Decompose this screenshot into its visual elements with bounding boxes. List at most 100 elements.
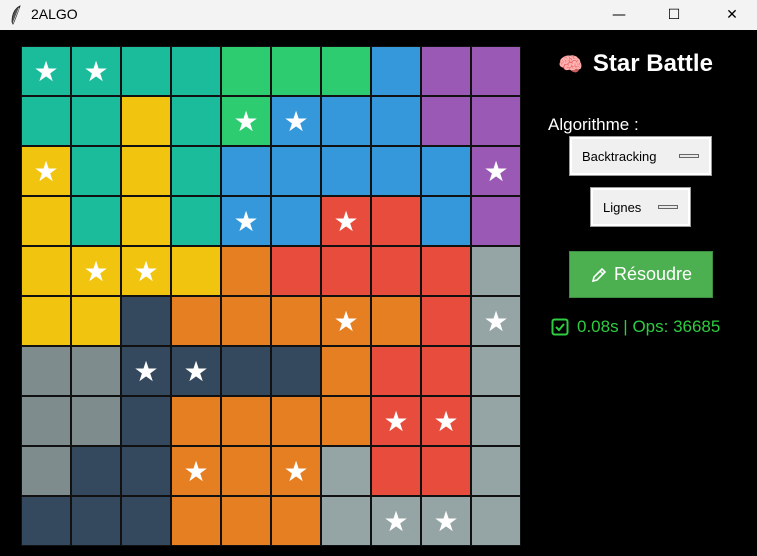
grid-cell[interactable]	[71, 196, 121, 246]
grid-cell[interactable]	[221, 446, 271, 496]
grid-cell[interactable]	[471, 246, 521, 296]
grid-cell[interactable]	[71, 296, 121, 346]
grid-cell[interactable]	[371, 346, 421, 396]
grid-cell[interactable]: ★	[471, 146, 521, 196]
grid-cell[interactable]	[271, 496, 321, 546]
grid-cell[interactable]: ★	[321, 196, 371, 246]
grid-cell[interactable]	[321, 46, 371, 96]
grid-cell[interactable]: ★	[71, 246, 121, 296]
grid-cell[interactable]	[171, 146, 221, 196]
grid-cell[interactable]	[71, 396, 121, 446]
grid-cell[interactable]	[221, 396, 271, 446]
grid-cell[interactable]	[121, 496, 171, 546]
grid-cell[interactable]	[121, 46, 171, 96]
grid-cell[interactable]	[271, 146, 321, 196]
grid-cell[interactable]	[471, 496, 521, 546]
grid-cell[interactable]	[21, 96, 71, 146]
grid-cell[interactable]	[421, 96, 471, 146]
grid-cell[interactable]	[321, 446, 371, 496]
grid-cell[interactable]	[71, 446, 121, 496]
maximize-button[interactable]: ☐	[651, 0, 697, 30]
grid-cell[interactable]	[421, 296, 471, 346]
grid-cell[interactable]	[21, 246, 71, 296]
grid-cell[interactable]	[271, 396, 321, 446]
grid-cell[interactable]	[71, 496, 121, 546]
grid-cell[interactable]	[171, 96, 221, 146]
star-battle-grid[interactable]: ★ ★ ★ ★ ★ ★ ★ ★ ★ ★ ★ ★ ★ ★ ★ ★ ★ ★ ★ ★	[20, 45, 524, 549]
grid-cell[interactable]	[171, 196, 221, 246]
grid-cell[interactable]	[471, 396, 521, 446]
grid-cell[interactable]	[421, 446, 471, 496]
grid-cell[interactable]	[121, 446, 171, 496]
grid-cell[interactable]	[321, 246, 371, 296]
grid-cell[interactable]: ★	[371, 396, 421, 446]
grid-cell[interactable]	[421, 346, 471, 396]
grid-cell[interactable]: ★	[471, 296, 521, 346]
grid-cell[interactable]	[121, 296, 171, 346]
grid-cell[interactable]: ★	[371, 496, 421, 546]
grid-cell[interactable]: ★	[271, 446, 321, 496]
grid-cell[interactable]	[71, 96, 121, 146]
grid-cell[interactable]	[171, 396, 221, 446]
grid-cell[interactable]: ★	[221, 96, 271, 146]
grid-cell[interactable]	[21, 296, 71, 346]
grid-cell[interactable]	[271, 246, 321, 296]
grid-cell[interactable]: ★	[421, 396, 471, 446]
grid-cell[interactable]	[121, 196, 171, 246]
minimize-button[interactable]: —	[596, 0, 642, 30]
grid-cell[interactable]	[421, 146, 471, 196]
grid-cell[interactable]: ★	[221, 196, 271, 246]
grid-cell[interactable]	[371, 446, 421, 496]
grid-cell[interactable]	[371, 146, 421, 196]
grid-cell[interactable]	[371, 246, 421, 296]
grid-cell[interactable]	[21, 346, 71, 396]
grid-cell[interactable]	[21, 446, 71, 496]
grid-cell[interactable]	[71, 146, 121, 196]
grid-cell[interactable]	[371, 96, 421, 146]
grid-cell[interactable]	[121, 146, 171, 196]
grid-cell[interactable]: ★	[321, 296, 371, 346]
grid-cell[interactable]: ★	[21, 46, 71, 96]
grid-cell[interactable]	[71, 346, 121, 396]
grid-cell[interactable]	[371, 296, 421, 346]
grid-cell[interactable]	[321, 396, 371, 446]
grid-cell[interactable]: ★	[121, 346, 171, 396]
grid-cell[interactable]	[171, 296, 221, 346]
grid-cell[interactable]	[171, 246, 221, 296]
grid-cell[interactable]	[271, 46, 321, 96]
grid-cell[interactable]: ★	[171, 346, 221, 396]
solve-button[interactable]: Résoudre	[569, 251, 713, 298]
grid-cell[interactable]	[171, 496, 221, 546]
grid-cell[interactable]	[221, 46, 271, 96]
order-select[interactable]: Lignes	[590, 187, 691, 227]
grid-cell[interactable]	[121, 96, 171, 146]
grid-cell[interactable]	[321, 146, 371, 196]
grid-cell[interactable]	[221, 496, 271, 546]
grid-cell[interactable]	[221, 246, 271, 296]
grid-cell[interactable]	[421, 246, 471, 296]
grid-cell[interactable]: ★	[71, 46, 121, 96]
grid-cell[interactable]: ★	[121, 246, 171, 296]
grid-cell[interactable]	[421, 46, 471, 96]
grid-cell[interactable]	[271, 196, 321, 246]
grid-cell[interactable]	[221, 146, 271, 196]
grid-cell[interactable]: ★	[271, 96, 321, 146]
grid-cell[interactable]	[471, 96, 521, 146]
grid-cell[interactable]	[21, 496, 71, 546]
grid-cell[interactable]	[271, 296, 321, 346]
grid-cell[interactable]	[221, 296, 271, 346]
grid-cell[interactable]	[471, 346, 521, 396]
grid-cell[interactable]	[321, 346, 371, 396]
grid-cell[interactable]	[221, 346, 271, 396]
algorithm-select[interactable]: Backtracking	[569, 136, 712, 176]
grid-cell[interactable]	[321, 496, 371, 546]
grid-cell[interactable]	[421, 196, 471, 246]
grid-cell[interactable]	[21, 396, 71, 446]
grid-cell[interactable]	[371, 46, 421, 96]
grid-cell[interactable]: ★	[21, 146, 71, 196]
grid-cell[interactable]	[121, 396, 171, 446]
close-button[interactable]: ✕	[709, 0, 755, 30]
grid-cell[interactable]	[471, 196, 521, 246]
grid-cell[interactable]	[171, 46, 221, 96]
grid-cell[interactable]	[471, 446, 521, 496]
